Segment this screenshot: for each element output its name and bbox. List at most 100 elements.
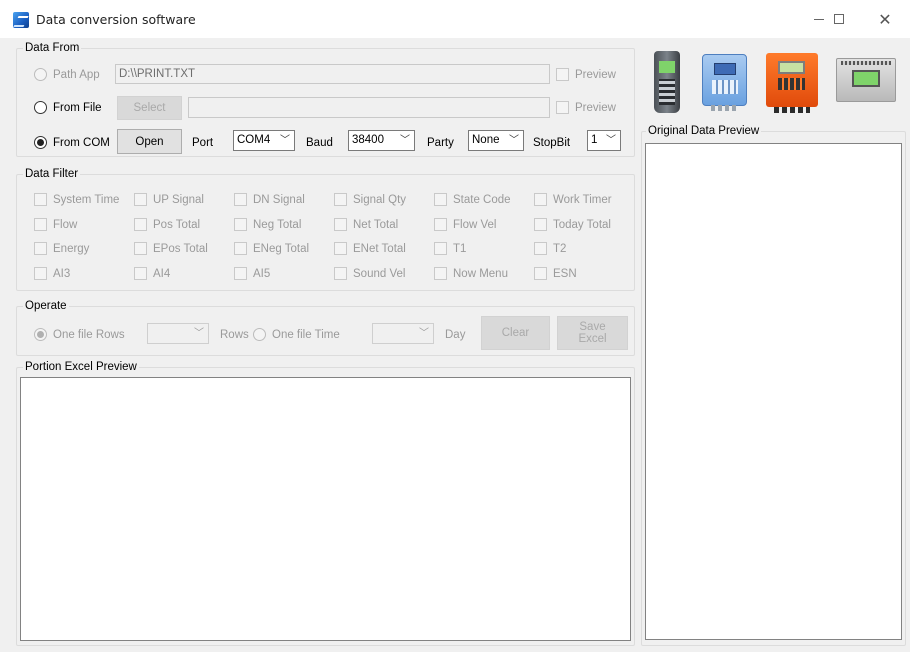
filter-checkbox-net-total[interactable] (334, 218, 347, 231)
file-path-field[interactable] (188, 97, 550, 118)
filter-checkbox-today-total[interactable] (534, 218, 547, 231)
filter-checkbox-t1[interactable] (434, 242, 447, 255)
filter-checkbox-ai4[interactable] (134, 267, 147, 280)
path-app-field[interactable]: D:\\PRINT.TXT (115, 64, 550, 84)
blue-flowmeter-image (702, 54, 747, 111)
filter-checkbox-neg-total[interactable] (234, 218, 247, 231)
stopbit-select[interactable]: 1 ﹀ (587, 130, 621, 151)
rows-label: Rows (220, 329, 249, 341)
filter-label-work-timer: Work Timer (553, 194, 612, 206)
orange-flowmeter-image (766, 53, 818, 113)
filter-label-eneg-total: ENeg Total (253, 243, 310, 255)
one-file-rows-label: One file Rows (53, 329, 125, 341)
filter-checkbox-epos-total[interactable] (134, 242, 147, 255)
chevron-down-icon: ﹀ (419, 328, 429, 339)
filter-checkbox-dn-signal[interactable] (234, 193, 247, 206)
from-file-preview-label: Preview (575, 102, 616, 114)
path-app-preview-label: Preview (575, 69, 616, 81)
title-bar: Data conversion software ✕ (0, 0, 910, 38)
data-from-title: Data From (23, 41, 82, 55)
party-label: Party (427, 137, 454, 149)
filter-label-t1: T1 (453, 243, 467, 255)
from-file-label: From File (53, 102, 102, 114)
original-data-preview-title: Original Data Preview (646, 124, 762, 138)
chevron-down-icon: ﹀ (509, 135, 519, 146)
from-file-preview-checkbox[interactable] (556, 101, 569, 114)
filter-checkbox-enet-total[interactable] (334, 242, 347, 255)
filter-label-neg-total: Neg Total (253, 219, 302, 231)
portion-excel-preview-area[interactable] (20, 377, 631, 641)
port-label: Port (192, 137, 214, 149)
filter-label-energy: Energy (53, 243, 90, 255)
filter-checkbox-work-timer[interactable] (534, 193, 547, 206)
stopbit-label: StopBit (533, 137, 571, 149)
open-com-button[interactable]: Open (117, 129, 182, 154)
filter-label-net-total: Net Total (353, 219, 399, 231)
close-icon: ✕ (878, 9, 892, 29)
rows-select[interactable]: ﹀ (147, 323, 209, 344)
original-data-preview-area[interactable] (645, 143, 902, 640)
filter-label-ai3: AI3 (53, 268, 71, 280)
from-com-radio[interactable] (34, 136, 47, 149)
clear-button[interactable]: Clear (481, 316, 550, 350)
one-file-rows-radio[interactable] (34, 328, 47, 341)
baud-select[interactable]: 38400 ﹀ (348, 130, 415, 151)
filter-checkbox-ai5[interactable] (234, 267, 247, 280)
chevron-down-icon: ﹀ (606, 135, 616, 146)
filter-label-now-menu: Now Menu (453, 268, 508, 280)
day-label: Day (445, 329, 466, 341)
filter-label-enet-total: ENet Total (353, 243, 406, 255)
operate-title: Operate (23, 299, 69, 313)
filter-label-esn: ESN (553, 268, 577, 280)
filter-label-state-code: State Code (453, 194, 511, 206)
filter-checkbox-state-code[interactable] (434, 193, 447, 206)
filter-checkbox-esn[interactable] (534, 267, 547, 280)
filter-checkbox-up-signal[interactable] (134, 193, 147, 206)
filter-checkbox-ai3[interactable] (34, 267, 47, 280)
filter-label-up-signal: UP Signal (153, 194, 204, 206)
maximize-button[interactable] (816, 0, 862, 38)
port-select[interactable]: COM4 ﹀ (233, 130, 295, 151)
chevron-down-icon: ﹀ (400, 135, 410, 146)
filter-label-ai5: AI5 (253, 268, 271, 280)
filter-checkbox-t2[interactable] (534, 242, 547, 255)
one-file-time-radio[interactable] (253, 328, 266, 341)
filter-label-today-total: Today Total (553, 219, 611, 231)
chevron-down-icon: ﹀ (280, 135, 290, 146)
stopbit-value: 1 (591, 134, 598, 146)
filter-checkbox-eneg-total[interactable] (234, 242, 247, 255)
party-value: None (472, 134, 500, 146)
port-value: COM4 (237, 134, 271, 146)
filter-checkbox-sound-vel[interactable] (334, 267, 347, 280)
filter-label-epos-total: EPos Total (153, 243, 208, 255)
filter-checkbox-now-menu[interactable] (434, 267, 447, 280)
filter-checkbox-flow-vel[interactable] (434, 218, 447, 231)
din-rail-flowmeter-image (836, 58, 896, 102)
party-select[interactable]: None ﹀ (468, 130, 524, 151)
select-file-button[interactable]: Select (117, 96, 182, 120)
save-excel-button[interactable]: Save Excel (557, 316, 628, 350)
app-icon (13, 12, 29, 28)
filter-checkbox-signal-qty[interactable] (334, 193, 347, 206)
filter-label-flow-vel: Flow Vel (453, 219, 497, 231)
filter-checkbox-pos-total[interactable] (134, 218, 147, 231)
close-button[interactable]: ✕ (862, 0, 908, 38)
data-filter-title: Data Filter (23, 167, 81, 181)
filter-label-sound-vel: Sound Vel (353, 268, 406, 280)
chevron-down-icon: ﹀ (194, 328, 204, 339)
path-app-radio[interactable] (34, 68, 47, 81)
from-file-radio[interactable] (34, 101, 47, 114)
handheld-flowmeter-image (654, 51, 680, 113)
save-excel-label: Save Excel (578, 321, 607, 345)
maximize-icon (834, 14, 844, 24)
filter-checkbox-flow[interactable] (34, 218, 47, 231)
filter-label-ai4: AI4 (153, 268, 171, 280)
filter-label-dn-signal: DN Signal (253, 194, 305, 206)
filter-checkbox-system-time[interactable] (34, 193, 47, 206)
path-app-preview-checkbox[interactable] (556, 68, 569, 81)
filter-label-system-time: System Time (53, 194, 120, 206)
from-com-label: From COM (53, 137, 110, 149)
filter-checkbox-energy[interactable] (34, 242, 47, 255)
baud-label: Baud (306, 137, 333, 149)
time-select[interactable]: ﹀ (372, 323, 434, 344)
